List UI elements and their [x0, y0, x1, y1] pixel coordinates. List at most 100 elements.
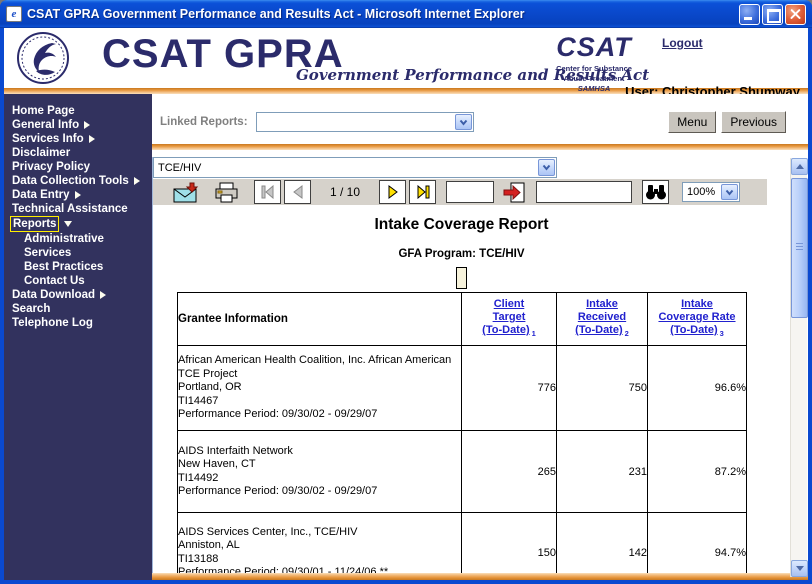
csat-logo-line3: Abuse Treatment: [540, 75, 648, 83]
search-input[interactable]: [536, 181, 632, 203]
arrow-down-icon: [64, 221, 72, 227]
close-button[interactable]: [785, 4, 806, 25]
report-program-select[interactable]: TCE/HIV: [153, 157, 557, 178]
linked-reports-bar: Linked Reports: Menu Previous: [152, 110, 808, 134]
sidebar-item-general-info[interactable]: General Info: [12, 118, 152, 132]
table-header-row: Grantee Information Client Target (To-Da…: [178, 293, 747, 346]
report-page: Intake Coverage Report GFA Program: TCE/…: [153, 205, 808, 580]
window-title: CSAT GPRA Government Performance and Res…: [27, 7, 739, 21]
table-row: AIDS Services Center, Inc., TCE/HIV Anni…: [178, 513, 747, 581]
vertical-scrollbar[interactable]: [790, 158, 807, 577]
grantee-info-header: Grantee Information: [178, 293, 462, 346]
sidebar-item-technical-assistance[interactable]: Technical Assistance: [12, 202, 152, 216]
zoom-value: 100%: [684, 186, 721, 198]
client-target-header[interactable]: Client Target (To-Date)1: [462, 293, 557, 346]
sidebar-item-reports[interactable]: Reports: [12, 216, 152, 232]
footnote-marker: 2: [625, 329, 629, 338]
footnote-marker: 3: [720, 329, 724, 338]
chevron-down-icon[interactable]: [455, 114, 472, 130]
report-subtitle: GFA Program: TCE/HIV: [177, 248, 746, 260]
search-button[interactable]: [642, 180, 669, 204]
table-row: African American Health Coalition, Inc. …: [178, 346, 747, 431]
print-button[interactable]: [214, 182, 240, 203]
arrow-down-icon: [796, 566, 804, 571]
client-target-cell: 265: [462, 431, 557, 513]
section-divider: [152, 144, 808, 150]
sidebar-item-contact-us[interactable]: Contact Us: [12, 274, 152, 288]
csat-logo-name: CSAT: [540, 32, 648, 63]
next-page-icon: [387, 185, 399, 199]
intake-received-header[interactable]: Intake Received (To-Date)2: [557, 293, 648, 346]
last-page-icon: [416, 185, 430, 199]
maximize-button[interactable]: [762, 4, 783, 25]
sidebar-item-search[interactable]: Search: [12, 302, 152, 316]
sidebar-item-data-entry[interactable]: Data Entry: [12, 188, 152, 202]
chevron-down-icon[interactable]: [721, 184, 738, 200]
previous-page-icon: [292, 185, 304, 199]
linked-reports-label: Linked Reports:: [160, 116, 248, 128]
report-program-value: TCE/HIV: [155, 162, 538, 174]
last-page-button[interactable]: [409, 180, 436, 204]
table-row: AIDS Interfaith Network New Haven, CT TI…: [178, 431, 747, 513]
first-page-button[interactable]: [254, 180, 281, 204]
menu-button[interactable]: Menu: [668, 111, 716, 133]
linked-reports-select[interactable]: [256, 112, 474, 132]
report-title: Intake Coverage Report: [177, 216, 746, 234]
arrow-right-icon: [134, 177, 140, 185]
hhs-eagle-logo: [16, 31, 70, 90]
zoom-select[interactable]: 100%: [682, 182, 740, 202]
arrow-right-icon: [75, 191, 81, 199]
chevron-down-icon[interactable]: [538, 159, 555, 176]
logout-link[interactable]: Logout: [662, 36, 703, 50]
first-page-icon: [261, 185, 275, 199]
sidebar-item-best-practices[interactable]: Best Practices: [12, 260, 152, 274]
sidebar-item-disclaimer[interactable]: Disclaimer: [12, 146, 152, 160]
window-controls: [739, 4, 806, 25]
grantee-info-cell: African American Health Coalition, Inc. …: [178, 346, 462, 431]
sidebar-item-data-download[interactable]: Data Download: [12, 288, 152, 302]
coverage-table: Grantee Information Client Target (To-Da…: [177, 292, 747, 580]
report-toolbar: 1 / 10: [153, 179, 767, 205]
sidebar-item-services[interactable]: Services: [12, 246, 152, 260]
scrollbar-thumb[interactable]: [791, 178, 808, 318]
scroll-up-button[interactable]: [791, 158, 808, 175]
footnote-marker: 1: [532, 329, 536, 338]
arrow-right-icon: [100, 291, 106, 299]
sidebar-item-telephone-log[interactable]: Telephone Log: [12, 316, 152, 330]
arrow-right-icon: [89, 135, 95, 143]
sidebar-nav: Home Page General Info Services Info Dis…: [4, 94, 152, 580]
intake-received-cell: 231: [557, 431, 648, 513]
previous-button[interactable]: Previous: [721, 111, 786, 133]
app-header: CSAT GPRA Government Performance and Res…: [4, 28, 808, 88]
coverage-rate-header[interactable]: Intake Coverage Rate (To-Date)3: [648, 293, 747, 346]
export-icon: [173, 182, 200, 203]
sidebar-item-home-page[interactable]: Home Page: [12, 104, 152, 118]
sidebar-item-data-collection-tools[interactable]: Data Collection Tools: [12, 174, 152, 188]
binoculars-icon: [645, 184, 667, 200]
goto-page-input[interactable]: [446, 181, 494, 203]
grantee-info-cell: AIDS Interfaith Network New Haven, CT TI…: [178, 431, 462, 513]
goto-page-icon: [502, 182, 526, 203]
scroll-down-button[interactable]: [791, 560, 808, 577]
sidebar-item-privacy-policy[interactable]: Privacy Policy: [12, 160, 152, 174]
next-page-button[interactable]: [379, 180, 406, 204]
previous-page-button[interactable]: [284, 180, 311, 204]
sidebar-item-services-info[interactable]: Services Info: [12, 132, 152, 146]
goto-page-button[interactable]: [502, 182, 526, 203]
sidebar-item-administrative[interactable]: Administrative: [12, 232, 152, 246]
content-area: Linked Reports: Menu Previous: [152, 94, 808, 580]
arrow-up-icon: [796, 164, 804, 169]
page-indicator: 1 / 10: [311, 185, 379, 199]
client-target-cell: 150: [462, 513, 557, 581]
coverage-rate-cell: 87.2%: [648, 431, 747, 513]
csat-logo-line2: Center for Substance: [540, 65, 648, 73]
report-placeholder-box: [456, 267, 467, 289]
grantee-info-cell: AIDS Services Center, Inc., TCE/HIV Anni…: [178, 513, 462, 581]
arrow-right-icon: [84, 121, 90, 129]
footer-divider: [152, 573, 808, 580]
coverage-rate-cell: 96.6%: [648, 346, 747, 431]
export-button[interactable]: [173, 182, 200, 203]
intake-received-cell: 750: [557, 346, 648, 431]
browser-window: e CSAT GPRA Government Performance and R…: [0, 0, 812, 584]
minimize-button[interactable]: [739, 4, 760, 25]
